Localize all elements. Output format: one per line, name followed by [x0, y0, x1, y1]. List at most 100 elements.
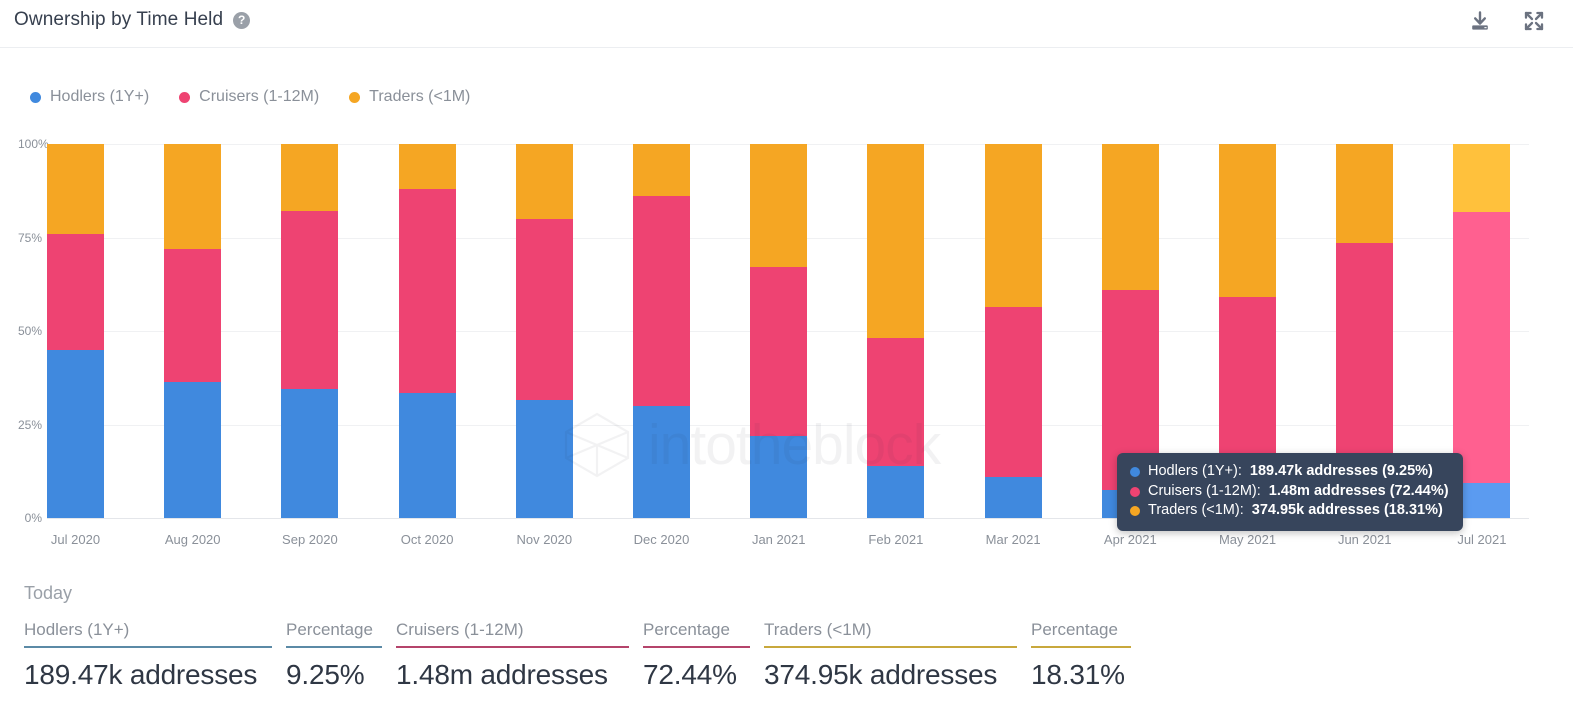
stat-rule	[24, 646, 272, 648]
bar-segment	[164, 248, 222, 382]
legend-item-2[interactable]: Traders (<1M)	[349, 88, 470, 106]
download-button[interactable]	[1467, 8, 1493, 34]
legend-item-label: Traders (<1M)	[369, 88, 471, 105]
bar-column[interactable]	[281, 144, 339, 518]
bar-segment	[398, 144, 456, 189]
stat-block: Traders (<1M) 374.95k addresses	[764, 620, 1017, 691]
title-wrap: Ownership by Time Held ?	[14, 9, 251, 31]
tooltip-series-name: Hodlers (1Y+):	[1148, 463, 1242, 479]
legend-dot-icon	[30, 91, 41, 103]
x-axis-tick-label: Jul 2020	[50, 532, 101, 547]
bar-segment	[398, 188, 456, 393]
bar-segment	[47, 233, 104, 350]
fullscreen-expand-icon	[1523, 10, 1545, 32]
stat-rule	[764, 646, 1017, 648]
x-axis-tick-label: Sep 2020	[282, 532, 338, 547]
stat-value: 72.44%	[643, 659, 737, 690]
tooltip-dot-icon	[1130, 486, 1140, 497]
bar-column[interactable]	[633, 144, 690, 518]
stat-rule	[643, 646, 750, 648]
x-axis-tick-label: Apr 2021	[1103, 532, 1157, 547]
stat-value: 18.31%	[1031, 659, 1125, 690]
stat-label: Percentage	[1031, 620, 1118, 639]
header-actions	[1467, 8, 1547, 34]
x-axis-tick-label: Mar 2021	[985, 532, 1041, 547]
stat-label: Percentage	[643, 620, 730, 639]
bar-segment	[750, 267, 808, 436]
bar-segment	[984, 306, 1042, 477]
tooltip-series-value: 374.95k addresses (18.31%)	[1251, 502, 1443, 519]
tooltip-series-name: Cruisers (1-12M):	[1148, 482, 1261, 499]
bar-segment	[1336, 144, 1394, 244]
page-title: Ownership by Time Held	[14, 9, 224, 30]
bar-segment	[750, 144, 808, 268]
x-axis-tick-label: Jan 2021	[751, 532, 806, 547]
stats-row: Hodlers (1Y+) 189.47k addresses Percentage…	[24, 620, 1145, 691]
bar-segment	[867, 338, 925, 466]
bar-segment	[633, 144, 690, 197]
stat-rule	[396, 646, 629, 648]
legend-dot-icon	[349, 91, 361, 103]
bar-segment	[164, 381, 222, 518]
legend-dot-icon	[179, 91, 191, 103]
bar-segment	[281, 388, 339, 518]
bar-segment	[984, 476, 1042, 518]
chart-tooltip: Hodlers (1Y+): 189.47k addresses (9.25%) C…	[1117, 453, 1463, 532]
x-axis-tick-label: Dec 2020	[633, 532, 690, 547]
x-axis-tick-label: Nov 2020	[516, 532, 573, 547]
legend-item-1[interactable]: Cruisers (1-12M)	[179, 88, 319, 106]
stat-value: 189.47k addresses	[24, 659, 258, 690]
tooltip-row: Hodlers (1Y+): 189.47k addresses (9.25%)	[1130, 462, 1449, 482]
stat-rule	[1031, 646, 1131, 648]
stat-block: Percentage 18.31%	[1031, 620, 1131, 691]
download-icon	[1469, 10, 1491, 32]
bar-segment	[750, 435, 808, 518]
fullscreen-button[interactable]	[1521, 8, 1547, 34]
bar-column[interactable]	[164, 144, 222, 518]
stat-block: Percentage 72.44%	[643, 620, 750, 691]
bar-segment	[47, 144, 104, 234]
stat-label: Traders (<1M)	[764, 620, 872, 639]
bar-column[interactable]	[398, 144, 456, 518]
x-axis-tick-label: Feb 2021	[868, 532, 924, 547]
tooltip-row: Traders (<1M): 374.95k addresses (18.31%)	[1130, 501, 1449, 521]
x-axis-tick-label: Jul 2021	[1457, 532, 1507, 547]
tooltip-series-value: 189.47k addresses (9.25%)	[1249, 463, 1433, 479]
bar-segment	[867, 465, 925, 518]
bar-segment	[164, 144, 222, 249]
legend-item-label: Hodlers (1Y+)	[50, 88, 150, 105]
tooltip-dot-icon	[1130, 506, 1140, 517]
tooltip-series-name: Traders (<1M):	[1148, 502, 1244, 519]
bar-column[interactable]	[984, 144, 1042, 518]
bar-column[interactable]	[515, 144, 573, 518]
stat-block: Percentage 9.25%	[286, 620, 382, 691]
stat-value: 374.95k addresses	[764, 659, 998, 690]
stats-today-label: Today	[24, 583, 73, 603]
bar-segment	[1219, 144, 1276, 298]
bar-segment	[47, 349, 104, 518]
stat-label: Hodlers (1Y+)	[24, 620, 130, 639]
stat-rule	[286, 646, 382, 648]
bar-segment	[1453, 212, 1511, 484]
legend-item-0[interactable]: Hodlers (1Y+)	[30, 88, 149, 106]
bar-segment	[1453, 144, 1511, 213]
bar-segment	[398, 392, 456, 518]
bar-segment	[1101, 144, 1159, 290]
tooltip-row: Cruisers (1-12M): 1.48m addresses (72.44%…	[1130, 482, 1449, 502]
bar-column[interactable]	[750, 144, 808, 518]
tooltip-series-value: 1.48m addresses (72.44%)	[1268, 482, 1449, 499]
bar-segment	[867, 144, 925, 339]
bar-column[interactable]	[867, 144, 925, 518]
stat-value: 9.25%	[286, 659, 365, 690]
bar-segment	[281, 144, 339, 212]
x-axis-tick-label: Aug 2020	[164, 532, 221, 547]
card-header: Ownership by Time Held ?	[0, 0, 1573, 48]
question-circle-icon[interactable]: ?	[233, 11, 251, 29]
x-axis-tick-label: May 2021	[1218, 532, 1277, 547]
bar-segment	[515, 218, 573, 401]
stat-value: 1.48m addresses	[396, 659, 608, 690]
x-axis-tick-label: Oct 2020	[400, 532, 454, 547]
bar-segment	[984, 144, 1042, 307]
bar-column[interactable]	[47, 144, 104, 518]
bar-segment	[633, 196, 690, 406]
